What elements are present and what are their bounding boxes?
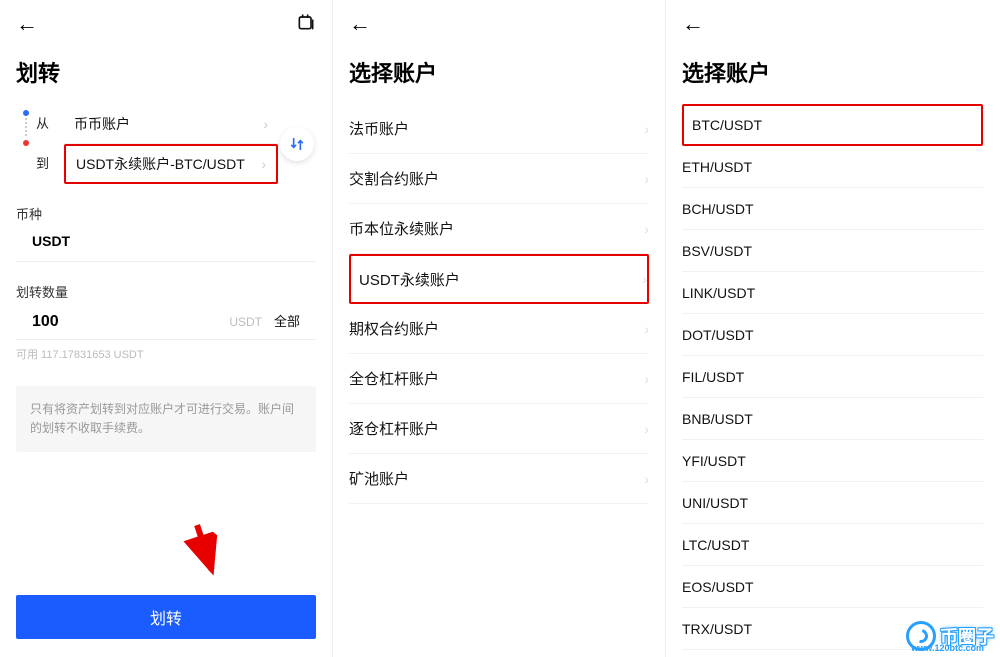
from-to-labels: 从 到 xyxy=(36,104,64,184)
list-item[interactable]: LTC/USDT xyxy=(682,524,983,566)
to-account-value: USDT永续账户-BTC/USDT xyxy=(76,144,245,184)
list-item-label: BNB/USDT xyxy=(682,411,753,427)
swap-button[interactable] xyxy=(280,127,314,161)
chevron-right-icon: › xyxy=(642,271,647,287)
list-item-label: LINK/USDT xyxy=(682,285,755,301)
to-account-select[interactable]: USDT永续账户-BTC/USDT › xyxy=(64,144,278,184)
list-item[interactable]: BSV/USDT xyxy=(682,230,983,272)
list-item-label: UNI/USDT xyxy=(682,495,748,511)
route-dots xyxy=(16,104,36,184)
back-icon[interactable]: ← xyxy=(682,13,704,35)
transfer-button[interactable]: 划转 xyxy=(16,595,316,639)
list-item-label: FIL/USDT xyxy=(682,369,744,385)
chevron-right-icon: › xyxy=(644,171,649,187)
list-item-label: LTC/USDT xyxy=(682,537,749,553)
pair-list: BTC/USDT ETH/USDT BCH/USDT BSV/USDT LINK/USD… xyxy=(666,104,999,650)
list-item[interactable]: 币本位永续账户 › xyxy=(349,204,649,254)
chevron-right-icon: › xyxy=(644,321,649,337)
screen-transfer: ← 划转 从 到 币币账户 › xyxy=(0,0,333,657)
list-item-label: BTC/USDT xyxy=(692,117,762,133)
history-icon[interactable] xyxy=(296,12,316,37)
list-item[interactable]: ETH/USDT xyxy=(682,146,983,188)
screen-select-pair: ← 选择账户 BTC/USDT ETH/USDT BCH/USDT BSV/USDT L… xyxy=(666,0,999,657)
from-to-box: 从 到 币币账户 › USDT永续账户-BTC/USDT › xyxy=(16,104,316,184)
to-label: 到 xyxy=(36,144,64,184)
page-title: 划转 xyxy=(0,48,332,104)
chevron-right-icon: › xyxy=(644,371,649,387)
amount-label: 划转数量 xyxy=(0,262,332,307)
amount-unit: USDT xyxy=(229,315,262,329)
currency-value: USDT xyxy=(32,233,70,249)
list-item[interactable]: LINK/USDT xyxy=(682,272,983,314)
page-title: 选择账户 xyxy=(333,48,665,104)
amount-all-button[interactable]: 全部 xyxy=(274,311,300,330)
list-item-label: USDT永续账户 xyxy=(359,269,460,290)
list-item[interactable]: 矿池账户 › xyxy=(349,454,649,504)
from-account-value: 币币账户 xyxy=(74,104,130,144)
from-account-select[interactable]: 币币账户 › xyxy=(64,104,278,144)
chevron-right-icon: › xyxy=(263,104,268,144)
page-title: 选择账户 xyxy=(666,48,999,104)
list-item-label: ETH/USDT xyxy=(682,159,752,175)
chevron-right-icon: › xyxy=(644,221,649,237)
list-item[interactable]: BNB/USDT xyxy=(682,398,983,440)
list-item[interactable]: USDT永续账户 › xyxy=(349,254,649,304)
watermark: 币圈子 www.120btc.com xyxy=(906,621,994,651)
list-item[interactable]: BCH/USDT xyxy=(682,188,983,230)
list-item-label: BCH/USDT xyxy=(682,201,754,217)
list-item-label: 全仓杠杆账户 xyxy=(349,368,439,389)
list-item-label: 期权合约账户 xyxy=(349,318,439,339)
annotation-arrow-icon xyxy=(168,518,243,591)
info-note: 只有将资产划转到对应账户才可进行交易。账户间的划转不收取手续费。 xyxy=(16,386,316,452)
list-item-label: EOS/USDT xyxy=(682,579,754,595)
list-item-label: TRX/USDT xyxy=(682,621,752,637)
amount-input[interactable]: 100 xyxy=(32,313,229,331)
header: ← xyxy=(0,0,332,48)
list-item[interactable]: UNI/USDT xyxy=(682,482,983,524)
list-item-label: 法币账户 xyxy=(349,118,409,139)
back-icon[interactable]: ← xyxy=(16,13,38,35)
list-item-label: 矿池账户 xyxy=(349,468,409,489)
list-item-label: 交割合约账户 xyxy=(349,168,439,189)
account-list: 法币账户›交割合约账户›币本位永续账户›USDT永续账户›期权合约账户›全仓杠杆… xyxy=(333,104,665,504)
list-item[interactable]: DOT/USDT xyxy=(682,314,983,356)
list-item[interactable]: 期权合约账户 › xyxy=(349,304,649,354)
list-item[interactable]: FIL/USDT xyxy=(682,356,983,398)
chevron-right-icon: › xyxy=(261,144,266,184)
chevron-right-icon: › xyxy=(644,421,649,437)
list-item-label: BSV/USDT xyxy=(682,243,752,259)
screen-select-account: ← 选择账户 法币账户›交割合约账户›币本位永续账户›USDT永续账户›期权合约… xyxy=(333,0,666,657)
list-item-label: DOT/USDT xyxy=(682,327,754,343)
list-item[interactable]: 逐仓杠杆账户 › xyxy=(349,404,649,454)
list-item[interactable]: 法币账户 › xyxy=(349,104,649,154)
available-balance: 可用 117.17831653 USDT xyxy=(0,340,332,368)
chevron-right-icon: › xyxy=(644,471,649,487)
list-item[interactable]: EOS/USDT xyxy=(682,566,983,608)
list-item[interactable]: 全仓杠杆账户 › xyxy=(349,354,649,404)
chevron-right-icon: › xyxy=(644,121,649,137)
list-item[interactable]: YFI/USDT xyxy=(682,440,983,482)
list-item-label: 逐仓杠杆账户 xyxy=(349,418,439,439)
list-item[interactable]: 交割合约账户 › xyxy=(349,154,649,204)
list-item[interactable]: BTC/USDT xyxy=(682,104,983,146)
currency-select[interactable]: USDT xyxy=(16,229,316,262)
list-item-label: 币本位永续账户 xyxy=(349,218,454,239)
watermark-url: www.120btc.com xyxy=(911,643,984,653)
list-item-label: YFI/USDT xyxy=(682,453,746,469)
currency-label: 币种 xyxy=(0,184,332,229)
from-label: 从 xyxy=(36,104,64,144)
back-icon[interactable]: ← xyxy=(349,13,371,35)
